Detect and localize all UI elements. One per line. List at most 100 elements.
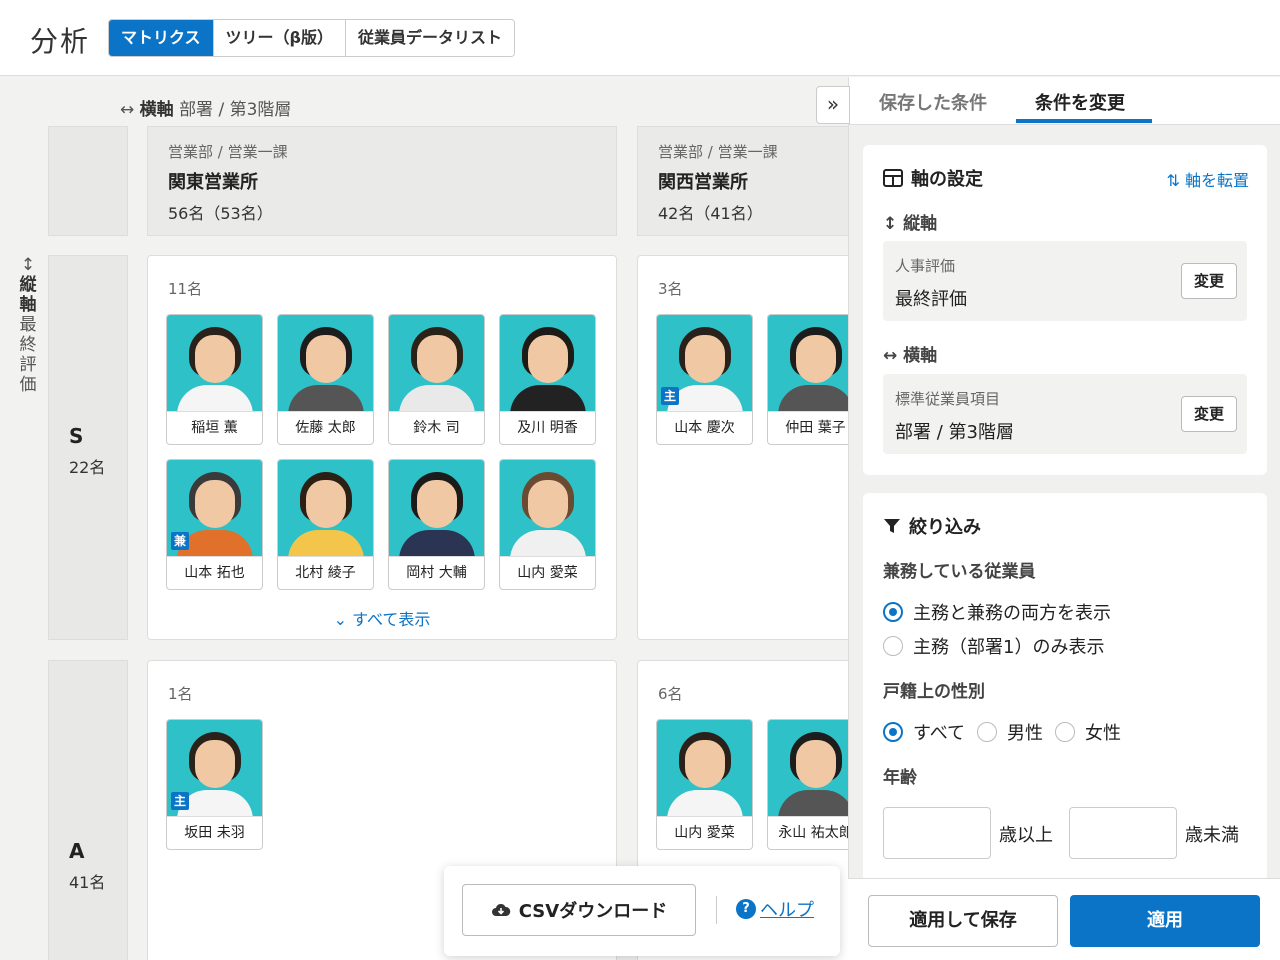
change-horizontal-axis-button[interactable]: 変更	[1181, 396, 1237, 432]
gender-options: すべて 男性 女性	[883, 719, 1133, 745]
radio-indicator[interactable]	[977, 722, 998, 742]
panel-footer: 適用して保存 適用	[848, 878, 1280, 960]
collapse-panel-button[interactable]: »	[816, 86, 850, 124]
employee-name: 山本 拓也	[167, 556, 262, 589]
employee-name: 坂田 未羽	[167, 816, 262, 849]
vertical-axis-value: 最終評価	[895, 289, 967, 310]
column-path: 営業部 / 営業一課	[168, 143, 288, 161]
matrix-area: ↔ 横軸 部署 / 第3階層 ↕ 縦軸 最終評価 営業部 / 営業一課 関東営業…	[0, 77, 848, 960]
tab-matrix[interactable]: マトリクス	[109, 20, 214, 56]
role-badge: 主	[661, 387, 679, 405]
column-header-kansai: 営業部 / 営業一課 関西営業所 42名（41名）	[637, 126, 848, 236]
transpose-axis-link[interactable]: ⇅ 軸を転置	[1166, 167, 1249, 191]
radio-gender-male[interactable]: 男性	[977, 719, 1043, 745]
radio-primary-only[interactable]: 主務（部署1）のみ表示	[883, 633, 1104, 659]
cell-count: 1名	[168, 685, 193, 703]
cell-s-kanto: 11名 稲垣 薫佐藤 太郎 鈴木 司及川 明香山本 拓也 兼北村 綾子 岡村 大輔 山内…	[147, 255, 617, 640]
horizontal-axis-value: 部署 / 第3階層	[179, 100, 292, 120]
column-count: 42名（41名）	[658, 204, 763, 223]
horizontal-arrows-icon: ↔	[120, 100, 135, 120]
vertical-axis-section-label: ↕ 縦軸	[883, 209, 937, 234]
show-all-link[interactable]: ⌄ すべて表示	[148, 606, 616, 630]
column-path: 営業部 / 営業一課	[658, 143, 778, 161]
apply-button[interactable]: 適用	[1070, 895, 1260, 947]
axis-char: 最	[19, 315, 37, 335]
tab-change-conditions[interactable]: 条件を変更	[1035, 89, 1125, 115]
cell-s-kansai: 3名 山本 慶次 主仲田 葉子	[637, 255, 848, 640]
radio-gender-all[interactable]: すべて	[883, 719, 965, 745]
help-icon: ?	[736, 899, 756, 919]
horizontal-axis-section-label: ↔ 横軸	[883, 341, 937, 366]
radio-label: 男性	[1007, 723, 1044, 744]
page-title: 分析	[30, 25, 91, 58]
filter-card: 絞り込み 兼務している従業員 主務と兼務の両方を表示 主務（部署1）のみ表示 戸…	[863, 493, 1267, 893]
employee-card[interactable]: 山内 愛菜	[499, 459, 596, 590]
employee-photo	[278, 460, 373, 556]
employee-card[interactable]: 坂田 未羽 主	[166, 719, 263, 850]
employee-card[interactable]: 岡村 大輔	[388, 459, 485, 590]
horizontal-axis-setting: 標準従業員項目 部署 / 第3階層 変更	[883, 374, 1247, 454]
employee-card[interactable]: 及川 明香	[499, 314, 596, 445]
employee-name: 山内 愛菜	[657, 816, 752, 849]
radio-label: 主務と兼務の両方を表示	[913, 603, 1111, 624]
axis-char: 価	[19, 375, 37, 395]
apply-and-save-button[interactable]: 適用して保存	[868, 895, 1058, 947]
help-link[interactable]: ? ヘルプ	[736, 896, 814, 922]
axis-char: 終	[19, 335, 37, 355]
chevron-down-icon: ⌄	[333, 610, 348, 629]
employee-card[interactable]: 佐藤 太郎	[277, 314, 374, 445]
concurrent-employee-label: 兼務している従業員	[883, 562, 1036, 582]
employee-photo	[167, 315, 262, 411]
csv-download-button[interactable]: CSVダウンロード	[462, 884, 696, 936]
axis-char: 評	[19, 355, 37, 375]
vertical-axis-key: 人事評価	[895, 257, 956, 275]
tab-saved-conditions[interactable]: 保存した条件	[879, 89, 987, 115]
vertical-axis-section-text: 縦軸	[903, 214, 938, 234]
employee-card[interactable]: 稲垣 薫	[166, 314, 263, 445]
axis-settings-title: 軸の設定	[883, 165, 983, 191]
horizontal-axis-title: 横軸	[139, 100, 174, 120]
radio-gender-female[interactable]: 女性	[1055, 719, 1121, 745]
column-header-kanto: 営業部 / 営業一課 関東営業所 56名（53名）	[147, 126, 617, 236]
row-count: 22名	[69, 458, 106, 477]
employee-card[interactable]: 山本 拓也 兼	[166, 459, 263, 590]
row-grade: S	[69, 424, 84, 448]
row-count: 41名	[69, 873, 106, 892]
divider	[716, 896, 717, 924]
radio-indicator[interactable]	[883, 636, 903, 656]
tab-employee-list[interactable]: 従業員データリスト	[346, 20, 515, 56]
employee-card[interactable]: 山本 慶次 主	[656, 314, 753, 445]
employee-photo	[278, 315, 373, 411]
change-vertical-axis-button[interactable]: 変更	[1181, 263, 1237, 299]
employee-photo	[768, 720, 848, 816]
radio-indicator[interactable]	[1055, 722, 1076, 742]
employee-photo	[768, 315, 848, 411]
employee-card[interactable]: 北村 綾子	[277, 459, 374, 590]
radio-label: すべて	[913, 723, 966, 744]
radio-indicator[interactable]	[883, 722, 903, 742]
cell-count: 11名	[168, 280, 203, 298]
csv-download-label: CSVダウンロード	[518, 901, 668, 922]
horizontal-axis-key: 標準従業員項目	[895, 390, 1001, 408]
employee-card[interactable]: 仲田 葉子	[767, 314, 848, 445]
age-max-input[interactable]	[1069, 807, 1177, 859]
axis-char: 縦	[19, 275, 37, 295]
column-name: 関東営業所	[168, 172, 258, 193]
vertical-arrows-icon: ↕	[20, 255, 36, 275]
panel-tabs: 保存した条件 条件を変更	[849, 77, 1280, 125]
filter-title: 絞り込み	[883, 513, 981, 539]
employee-card[interactable]: 永山 祐太郎	[767, 719, 848, 850]
employee-card[interactable]: 山内 愛菜	[656, 719, 753, 850]
condition-panel: 保存した条件 条件を変更 軸の設定 ⇅ 軸を転置 ↕ 縦軸 人事評価 最終評価 …	[848, 77, 1280, 960]
employee-photo	[389, 315, 484, 411]
horizontal-arrows-icon: ↔	[883, 346, 898, 366]
tab-tree[interactable]: ツリー（β版）	[213, 20, 346, 56]
role-badge: 主	[171, 792, 189, 810]
radio-indicator[interactable]	[883, 602, 903, 622]
age-min-input[interactable]	[883, 807, 991, 859]
employee-name: 仲田 葉子	[768, 411, 848, 444]
radio-both[interactable]: 主務と兼務の両方を表示	[883, 599, 1111, 625]
vertical-arrows-icon: ↕	[883, 214, 898, 234]
employee-card[interactable]: 鈴木 司	[388, 314, 485, 445]
age-min-suffix: 歳以上	[999, 825, 1053, 846]
